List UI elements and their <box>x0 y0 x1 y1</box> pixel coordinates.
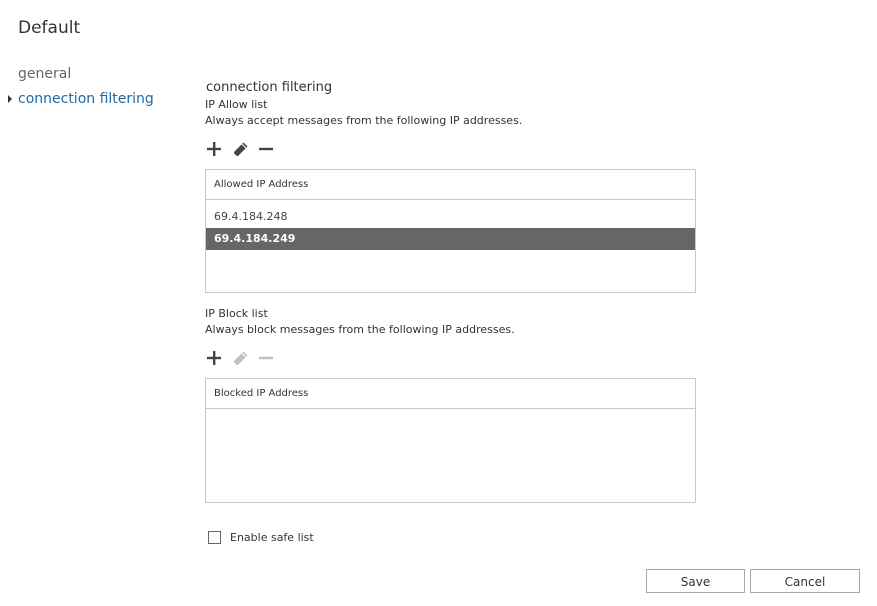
page-title: Default <box>18 18 81 38</box>
pencil-icon <box>233 351 247 365</box>
allow-list-toolbar <box>205 138 705 160</box>
allow-list-grid: Allowed IP Address 69.4.184.248 69.4.184… <box>205 169 696 293</box>
main-content: connection filtering IP Allow list Alway… <box>205 78 705 503</box>
block-list-grid: Blocked IP Address <box>205 378 696 503</box>
minus-icon <box>259 356 273 360</box>
nav-menu: general connection filtering <box>8 64 188 114</box>
allow-remove-button[interactable] <box>257 140 275 158</box>
table-row-selected[interactable]: 69.4.184.249 <box>206 228 695 250</box>
page: Default general connection filtering con… <box>0 0 877 606</box>
nav-item-connection-filtering[interactable]: connection filtering <box>8 89 188 114</box>
pencil-icon <box>233 142 247 156</box>
allow-add-button[interactable] <box>205 140 223 158</box>
block-add-button[interactable] <box>205 349 223 367</box>
block-list-toolbar <box>205 347 705 369</box>
cancel-button[interactable]: Cancel <box>750 569 860 593</box>
allow-list-column-header[interactable]: Allowed IP Address <box>206 170 696 200</box>
allow-list-title: IP Allow list <box>205 98 268 111</box>
enable-safe-list-label[interactable]: Enable safe list <box>230 531 314 544</box>
caret-right-icon <box>8 95 12 103</box>
plus-icon <box>207 351 221 365</box>
plus-icon <box>207 142 221 156</box>
block-list-description: Always block messages from the following… <box>205 323 515 336</box>
nav-item-label: connection filtering <box>18 91 154 107</box>
block-list-column-header[interactable]: Blocked IP Address <box>206 379 696 409</box>
table-row[interactable]: 69.4.184.248 <box>206 206 695 228</box>
nav-item-general[interactable]: general <box>8 64 188 89</box>
block-list-title: IP Block list <box>205 307 268 320</box>
allow-list-section: IP Allow list Always accept messages fro… <box>205 97 705 293</box>
block-list-rows <box>206 409 695 415</box>
enable-safe-list-checkbox[interactable] <box>208 531 221 544</box>
section-heading: connection filtering <box>206 80 333 95</box>
minus-icon <box>259 147 273 151</box>
block-remove-button[interactable] <box>257 349 275 367</box>
block-list-section: IP Block list Always block messages from… <box>205 306 705 503</box>
safe-list-option: Enable safe list <box>208 531 314 544</box>
nav-item-label: general <box>18 66 72 82</box>
allow-edit-button[interactable] <box>231 140 249 158</box>
save-button[interactable]: Save <box>646 569 745 593</box>
allow-list-description: Always accept messages from the followin… <box>205 114 523 127</box>
allow-list-rows: 69.4.184.248 69.4.184.249 <box>206 200 695 250</box>
block-edit-button[interactable] <box>231 349 249 367</box>
